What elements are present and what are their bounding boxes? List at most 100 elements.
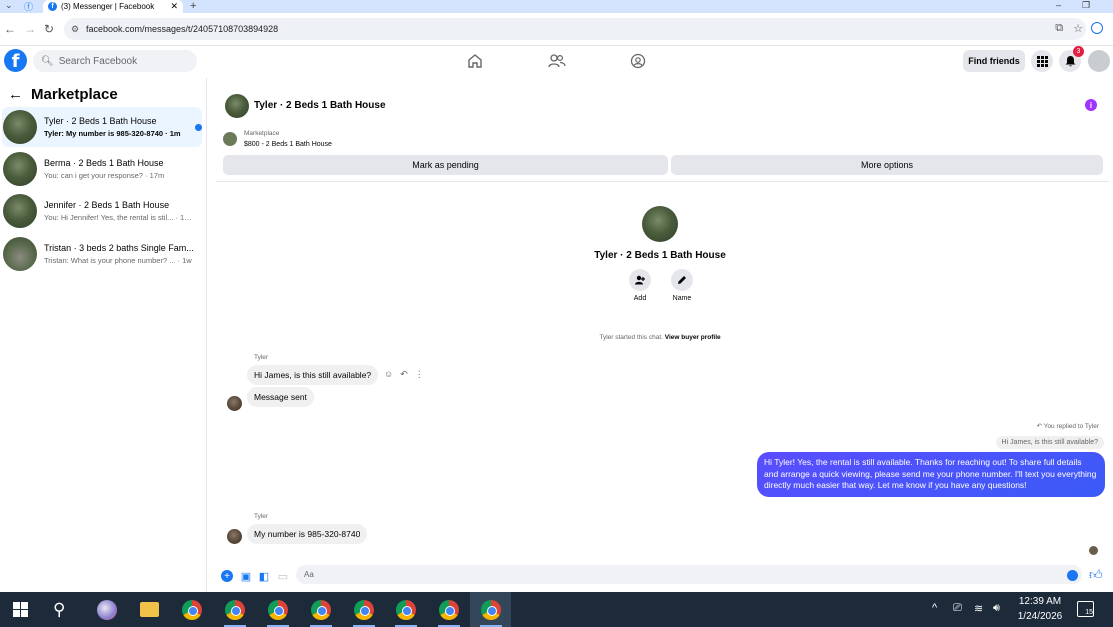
conversation-item-tyler[interactable]: Tyler · 2 Beds 1 Bath House Tyler: My nu… <box>2 107 202 147</box>
chrome-profile-icon[interactable] <box>439 600 459 620</box>
conversation-item-tristan[interactable]: Tristan · 3 beds 2 baths Single Fam... T… <box>2 234 202 274</box>
chat-header: Tyler · 2 Beds 1 Bath House i <box>207 78 1113 128</box>
quoted-message[interactable]: Hi James, is this still available? <box>995 436 1104 449</box>
facebook-favicon-icon: f <box>48 2 57 11</box>
message-sender: Tyler <box>254 513 269 520</box>
add-label: Add <box>633 295 647 302</box>
name-label: Name <box>672 295 692 302</box>
wifi-icon[interactable]: ≋ <box>974 602 983 615</box>
chrome-profile-icon[interactable] <box>311 600 331 620</box>
browser-profile-icon[interactable] <box>1091 22 1103 34</box>
chat-started-notice: Tyler started this chat. View buyer prof… <box>207 334 1113 341</box>
menu-grid-icon[interactable] <box>1031 50 1053 72</box>
find-friends-button[interactable]: Find friends <box>963 50 1025 72</box>
clock-time: 12:39 AM <box>1018 596 1062 607</box>
chat-panel: Tyler · 2 Beds 1 Bath House i Marketplac… <box>207 78 1113 592</box>
facebook-search-input[interactable]: 🔍︎ Search Facebook <box>33 50 197 72</box>
facebook-logo-icon[interactable]: f <box>4 49 27 72</box>
conversation-item-jennifer[interactable]: Jennifer · 2 Beds 1 Bath House You: Hi J… <box>2 191 202 231</box>
browser-tab-messenger[interactable]: f (3) Messenger | Facebook ✕ <box>43 0 183 13</box>
react-emoji-icon[interactable]: ☺ <box>384 369 393 380</box>
image-icon[interactable]: ▣ <box>240 570 252 583</box>
emoji-icon[interactable] <box>1067 570 1078 581</box>
chrome-profile-icon[interactable] <box>225 600 245 620</box>
started-text: Tyler started this chat. <box>599 334 663 341</box>
pencil-icon <box>671 269 693 291</box>
chrome-profile-icon[interactable] <box>396 600 416 620</box>
conversation-preview: Tristan: What is your phone number? ... … <box>44 256 192 265</box>
plus-circle-icon[interactable]: + <box>221 570 233 582</box>
sender-avatar[interactable] <box>227 529 242 544</box>
conversation-preview: Tyler: My number is 985-320-8740 · 1m <box>44 129 181 138</box>
site-info-icon[interactable]: ⚙ <box>71 24 79 35</box>
reply-arrow-icon[interactable]: ↶ <box>400 369 408 380</box>
mark-as-pending-button[interactable]: Mark as pending <box>223 155 668 175</box>
message-bubble-incoming[interactable]: Message sent <box>247 387 314 407</box>
meet-now-icon[interactable]: ⎚ <box>953 602 962 615</box>
address-bar[interactable]: ⚙ facebook.com/messages/t/24057108703894… <box>64 18 1086 40</box>
message-input[interactable]: Aa <box>296 565 1082 584</box>
notification-badge: 3 <box>1073 46 1084 57</box>
edit-name-button[interactable]: Name <box>670 269 694 302</box>
groups-icon[interactable] <box>629 52 647 70</box>
add-contact-button[interactable]: Add <box>628 269 652 302</box>
account-avatar[interactable] <box>1088 50 1110 72</box>
more-vertical-icon[interactable]: ⋮ <box>415 369 424 380</box>
taskbar-clock[interactable]: 12:39 AM 1/24/2026 <box>1010 594 1070 624</box>
forward-icon[interactable]: → <box>24 22 36 36</box>
tab-title: (3) Messenger | Facebook <box>61 2 155 11</box>
sender-avatar[interactable] <box>227 396 242 411</box>
view-buyer-profile-link[interactable]: View buyer profile <box>665 334 721 341</box>
chrome-profile-icon[interactable] <box>481 600 501 620</box>
conversation-avatar <box>3 110 37 144</box>
chat-profile-card: Tyler · 2 Beds 1 Bath House <box>207 206 1113 261</box>
tab-search-icon[interactable]: ⌄ <box>5 0 13 11</box>
thumbs-up-icon[interactable]: 👍︎ <box>1089 567 1103 583</box>
conversation-avatar <box>3 194 37 228</box>
notification-center-icon[interactable]: 15 <box>1077 601 1094 617</box>
volume-icon[interactable]: 🔊︎ <box>993 602 1000 615</box>
profile-avatar[interactable] <box>642 206 678 242</box>
browser-tab-strip: ⌄ ⓕ f (3) Messenger | Facebook ✕ + – ❐ <box>0 0 1113 13</box>
info-icon[interactable]: i <box>1085 99 1097 111</box>
file-explorer-icon[interactable] <box>140 602 159 617</box>
replied-indicator: ↶ You replied to Tyler <box>1036 423 1099 430</box>
show-hidden-icons-icon[interactable]: ^ <box>932 602 937 614</box>
chrome-profile-icon[interactable] <box>268 600 288 620</box>
restore-window-icon[interactable]: ❐ <box>1082 0 1090 11</box>
chat-title[interactable]: Tyler · 2 Beds 1 Bath House <box>254 100 386 111</box>
chrome-profile-icon[interactable] <box>354 600 374 620</box>
facebook-header: f 🔍︎ Search Facebook Find friends 3 <box>0 46 1113 78</box>
conversation-name: Jennifer · 2 Beds 1 Bath House <box>44 200 170 210</box>
gif-icon[interactable]: ▭ <box>277 570 289 583</box>
message-bubble-outgoing[interactable]: Hi Tyler! Yes, the rental is still avail… <box>757 452 1105 497</box>
chrome-icon[interactable] <box>182 600 202 620</box>
reply-arrow-icon: ↶ <box>1036 423 1044 430</box>
sticker-icon[interactable]: ◧ <box>258 570 270 583</box>
facebook-tab-icon[interactable]: ⓕ <box>24 0 33 13</box>
close-tab-icon[interactable]: ✕ <box>170 1 178 12</box>
minimize-window-icon[interactable]: – <box>1056 0 1061 10</box>
seen-avatar <box>1089 546 1098 555</box>
weather-widget-icon[interactable] <box>97 600 117 620</box>
windows-taskbar: ⚲ ^ ⎚ ≋ 🔊︎ 12:39 AM 1/24/2026 15 <box>0 592 1113 627</box>
back-arrow-icon[interactable]: ← <box>8 86 23 103</box>
message-bubble-incoming[interactable]: Hi James, is this still available? <box>247 365 379 385</box>
new-tab-icon[interactable]: + <box>190 0 196 12</box>
conversation-name: Tristan · 3 beds 2 baths Single Fam... <box>44 243 194 253</box>
conversation-avatar <box>3 237 37 271</box>
conversation-name: Tyler · 2 Beds 1 Bath House <box>44 116 157 126</box>
reload-icon[interactable]: ↻ <box>44 22 54 36</box>
conversation-item-berma[interactable]: Berma · 2 Beds 1 Bath House You: can i g… <box>2 149 202 189</box>
install-app-icon[interactable]: ⧉ <box>1055 22 1063 35</box>
back-icon[interactable]: ← <box>4 22 16 36</box>
chat-avatar[interactable] <box>225 94 249 118</box>
home-icon[interactable] <box>466 52 484 70</box>
friends-icon[interactable] <box>548 52 566 70</box>
taskbar-search-icon[interactable]: ⚲ <box>53 600 65 620</box>
windows-start-icon[interactable] <box>13 602 28 617</box>
sidebar-title: Marketplace <box>31 86 118 103</box>
more-options-button[interactable]: More options <box>671 155 1103 175</box>
message-bubble-incoming[interactable]: My number is 985-320-8740 <box>247 524 368 544</box>
bookmark-star-icon[interactable]: ☆ <box>1073 22 1083 35</box>
